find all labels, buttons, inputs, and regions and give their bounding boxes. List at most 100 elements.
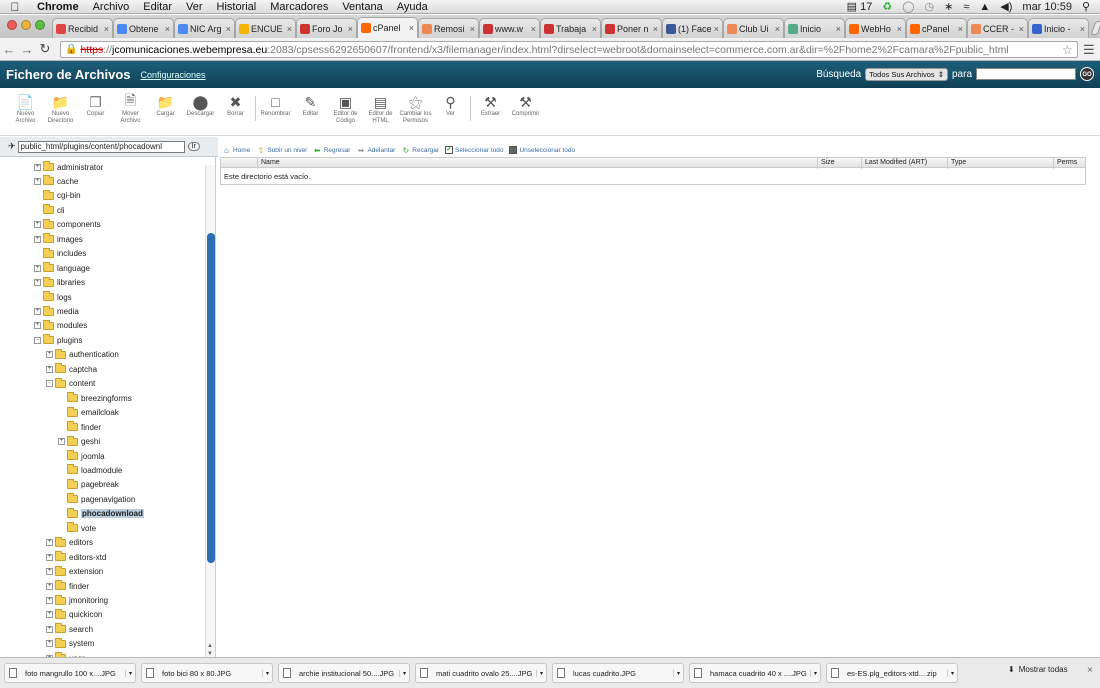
column-size[interactable]: Size — [817, 158, 861, 169]
download-item[interactable]: es-ES.plg_editors-xtd....zip ▾ — [826, 663, 958, 683]
tree-folder-plugins[interactable]: - plugins — [34, 333, 82, 347]
tree-folder-geshi[interactable]: + geshi — [58, 435, 100, 449]
new-folder-button[interactable]: 📁 Nuevo Directorio — [43, 88, 78, 135]
menu-archivo[interactable]: Archivo — [86, 1, 137, 13]
close-tab-icon[interactable]: × — [836, 24, 841, 34]
spotlight-icon[interactable]: ⚲ — [1082, 0, 1090, 13]
expand-icon[interactable]: + — [46, 582, 53, 590]
download-menu-arrow-icon[interactable]: ▾ — [399, 669, 409, 677]
browser-tab[interactable]: (1) Face × — [662, 18, 723, 38]
back-arrow-icon[interactable]: ← — [0, 42, 18, 57]
browser-tab[interactable]: Trabaja × — [540, 18, 601, 38]
browser-tab[interactable]: ENCUE × — [235, 18, 296, 38]
url-field[interactable]: 🔒 https://jcomunicaciones.webempresa.eu:… — [60, 41, 1078, 58]
chrome-menu-icon[interactable]: ☰ — [1083, 42, 1095, 58]
tree-folder-libraries[interactable]: + libraries — [34, 276, 85, 290]
browser-tab[interactable]: Remosi × — [418, 18, 479, 38]
clock-icon[interactable]: ◷ — [925, 0, 935, 13]
close-tab-icon[interactable]: × — [653, 24, 658, 34]
browser-tab[interactable]: www.w × — [479, 18, 540, 38]
download-item[interactable]: foto bici 80 x 80.JPG ▾ — [141, 663, 273, 683]
expand-icon[interactable]: + — [34, 308, 41, 315]
expand-icon[interactable]: + — [46, 365, 53, 373]
tree-folder-cache[interactable]: + cache — [34, 174, 78, 188]
rename-button[interactable]: □ Renombrar — [258, 88, 293, 135]
tree-folder-modules[interactable]: + modules — [34, 319, 87, 333]
new-file-button[interactable]: 📄 Nuevo Archivo — [8, 88, 43, 135]
home-button[interactable]: ⌂ Home — [222, 146, 250, 155]
download-item[interactable]: foto mangrullo 100 x....JPG ▾ — [4, 663, 136, 683]
keyboard-status-icon[interactable]: ▤ 17 — [847, 0, 873, 13]
menu-ayuda[interactable]: Ayuda — [390, 1, 435, 13]
column-select[interactable] — [221, 158, 257, 169]
expand-icon[interactable]: + — [34, 279, 41, 287]
tree-folder-content[interactable]: - content — [46, 377, 95, 391]
path-input[interactable]: public_html/plugins/content/phocadownl — [17, 140, 185, 153]
reload-button[interactable]: ↻ Recargar — [401, 146, 439, 155]
home-path-icon[interactable]: ✈ — [8, 141, 16, 152]
tree-folder-editors-xtd[interactable]: + editors-xtd — [46, 550, 106, 564]
close-tab-icon[interactable]: × — [1019, 24, 1024, 34]
download-item[interactable]: archie institucional 50....JPG ▾ — [278, 663, 410, 683]
unselect-all-button[interactable]: Unseleccionar todo — [509, 146, 575, 154]
browser-tab[interactable]: cPanel × — [906, 18, 967, 38]
tree-folder-extension[interactable]: + extension — [46, 565, 103, 579]
expand-icon[interactable]: + — [34, 221, 41, 229]
close-tab-icon[interactable]: × — [165, 24, 170, 34]
download-item[interactable]: mati cuadrito ovalo 25....JPG ▾ — [415, 663, 547, 683]
menu-editar[interactable]: Editar — [136, 1, 179, 13]
download-item[interactable]: hamaca cuadrito 40 x ....JPG ▾ — [689, 663, 821, 683]
go-path-button[interactable]: Ir — [187, 142, 200, 151]
go-button[interactable]: GO — [1080, 67, 1094, 81]
html-editor-button[interactable]: ▤ Editor de HTML — [363, 88, 398, 135]
tree-folder-search[interactable]: + search — [46, 622, 93, 636]
show-all-downloads-button[interactable]: ⬇ Mostrar todas — [1008, 665, 1068, 674]
expand-icon[interactable]: + — [34, 322, 41, 330]
tree-folder-logs[interactable]: logs — [34, 290, 72, 304]
extract-button[interactable]: ⚒ Extraer — [473, 88, 508, 135]
tree-folder-breezingforms[interactable]: breezingforms — [58, 391, 132, 405]
delete-button[interactable]: ✖ Borrar — [218, 88, 253, 135]
bookmark-star-icon[interactable]: ☆ — [1062, 43, 1073, 57]
eject-icon[interactable]: ▲ — [979, 1, 990, 13]
search-input[interactable] — [976, 68, 1076, 80]
expand-icon[interactable]: + — [34, 264, 41, 272]
reload-icon[interactable]: ↻ — [36, 41, 54, 57]
forward-arrow-icon[interactable]: → — [18, 42, 36, 57]
tree-scrollbar[interactable]: ▲ ▼ — [205, 165, 215, 657]
tree-folder-authentication[interactable]: + authentication — [46, 348, 119, 362]
tree-folder-finder[interactable]: finder — [58, 420, 101, 434]
close-tab-icon[interactable]: × — [348, 24, 353, 34]
download-menu-arrow-icon[interactable]: ▾ — [947, 669, 957, 677]
close-tab-icon[interactable]: × — [592, 24, 597, 34]
download-menu-arrow-icon[interactable]: ▾ — [262, 669, 272, 677]
tree-folder-editors[interactable]: + editors — [46, 536, 93, 550]
tree-folder-images[interactable]: + images — [34, 232, 83, 246]
expand-icon[interactable]: + — [46, 625, 53, 633]
close-tab-icon[interactable]: × — [714, 24, 719, 34]
close-tab-icon[interactable]: × — [1080, 24, 1085, 34]
browser-tab[interactable]: Obtene × — [113, 18, 174, 38]
scroll-up-arrow-icon[interactable]: ▲ — [207, 643, 213, 649]
expand-icon[interactable]: + — [46, 539, 53, 547]
select-all-button[interactable]: ✓ Seleccionar todo — [445, 146, 503, 154]
code-editor-button[interactable]: ▣ Editor de Código — [328, 88, 363, 135]
tree-folder-captcha[interactable]: + captcha — [46, 362, 97, 376]
minimize-window-button[interactable] — [21, 20, 31, 30]
column-perms[interactable]: Perms — [1053, 158, 1087, 169]
download-button[interactable]: ⬤ Descargar — [183, 88, 218, 135]
download-menu-arrow-icon[interactable]: ▾ — [673, 669, 683, 677]
close-tab-icon[interactable]: × — [409, 23, 414, 33]
search-scope-select[interactable]: Todos Sus Archivos ⇕ — [865, 67, 948, 81]
download-menu-arrow-icon[interactable]: ▾ — [125, 669, 135, 677]
browser-tab[interactable]: Inicio × — [784, 18, 845, 38]
tree-folder-components[interactable]: + components — [34, 218, 101, 232]
close-tab-icon[interactable]: × — [958, 24, 963, 34]
expand-icon[interactable]: + — [46, 611, 53, 619]
clock[interactable]: mar 10:59 — [1022, 1, 1072, 13]
tree-folder-joomla[interactable]: joomla — [58, 449, 105, 463]
chat-icon[interactable]: ◯ — [902, 0, 914, 13]
view-button[interactable]: ⚲ Ver — [433, 88, 468, 135]
tree-folder-cgi-bin[interactable]: cgi-bin — [34, 189, 81, 203]
close-tab-icon[interactable]: × — [531, 24, 536, 34]
